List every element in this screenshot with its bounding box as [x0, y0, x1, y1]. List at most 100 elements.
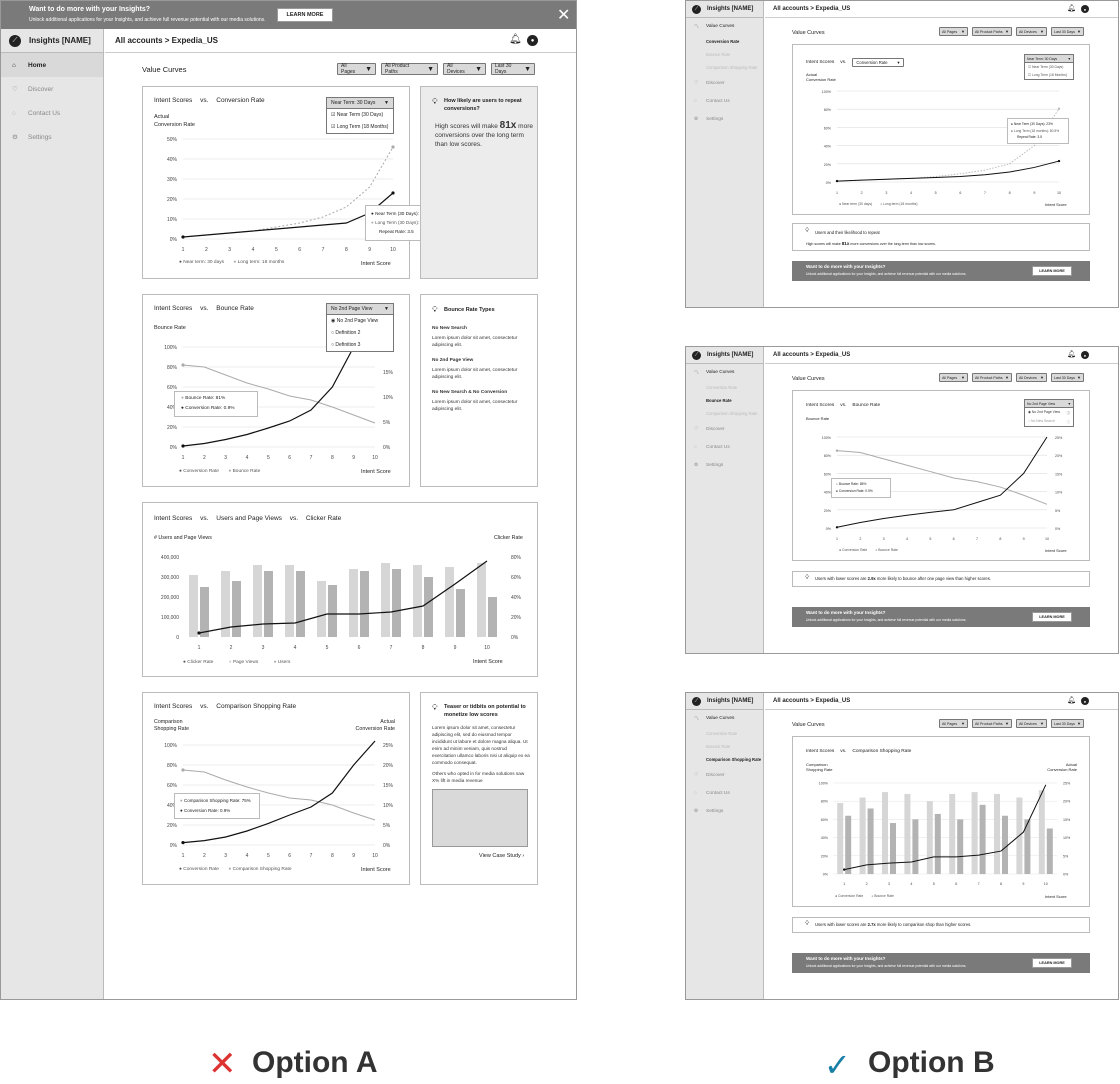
sub-nav-item[interactable]: Comparison Shopping Rate: [686, 61, 763, 74]
checkbox-checked-icon[interactable]: ☑: [331, 112, 335, 118]
nav-contact[interactable]: ◌ Contact Us: [1, 101, 103, 125]
filter-dropdown[interactable]: All Pages ▼: [939, 27, 968, 36]
filter-dropdown[interactable]: Last 30 Days ▼: [1051, 719, 1084, 728]
term-option[interactable]: ☑ Long Term (18 Months): [1025, 71, 1073, 79]
bounce-type-dropdown[interactable]: No 2nd Page View ▼ ◉ No 2nd Page View ⓘ ○ No…: [1024, 399, 1074, 427]
filter-dropdown[interactable]: Last 30 Days ▼: [1051, 27, 1084, 36]
card-title-main: Intent Scores: [154, 703, 193, 710]
filter-dropdown[interactable]: All Devices ▼: [1016, 373, 1047, 382]
radio-selected-icon[interactable]: ◉: [331, 318, 335, 324]
term-dropdown[interactable]: Near Term: 30 Days ▼ ☑ Near Term (30 Days…: [326, 97, 394, 134]
sub-nav-item[interactable]: Comparison Shopping Rate: [686, 753, 763, 766]
chevron-right-icon: ›: [522, 853, 525, 859]
y-tick-label: 80%: [824, 454, 832, 458]
nav-value-curves[interactable]: 〽 Value Curves: [686, 364, 763, 381]
chart-tooltip: ● Near Term (30 Days): 23% ● Long Term (1…: [1007, 118, 1069, 144]
filter-dropdown[interactable]: All Product Paths ▼: [972, 719, 1012, 728]
term-option-long[interactable]: ☑ Long Term (18 Months): [327, 121, 393, 133]
sub-nav-item[interactable]: Bounce Rate: [686, 48, 763, 61]
nav-item[interactable]: ◌ Contact Us: [686, 438, 763, 456]
nav-item[interactable]: ◌ Contact Us: [686, 784, 763, 802]
learn-more-button[interactable]: LEARN MORE: [1032, 958, 1072, 968]
close-icon[interactable]: ✕: [557, 5, 570, 25]
nav-value-curves-label: Value Curves: [706, 716, 735, 721]
nav-value-curves[interactable]: 〽 Value Curves: [686, 710, 763, 727]
metric-dropdown[interactable]: Conversion Rate ▼: [852, 58, 905, 67]
avatar[interactable]: ●: [1081, 5, 1089, 13]
term-dropdown-header[interactable]: Near Term: 30 Days ▼: [1025, 55, 1073, 63]
bar-users: [360, 571, 369, 637]
checkbox-checked-icon[interactable]: ☑: [331, 124, 335, 130]
y2-tick-label: 20%: [511, 615, 522, 621]
nav-item[interactable]: ♡ Discover: [686, 74, 763, 92]
tooltip-comparison-text: Comparison Shopping Rate: 75%: [183, 798, 251, 803]
y-tick-label: 0%: [170, 843, 178, 849]
learn-more-button[interactable]: LEARN MORE: [277, 8, 333, 22]
bounce-option-2[interactable]: ○ Definition 2: [327, 327, 393, 339]
sub-nav-item[interactable]: Bounce Rate: [686, 740, 763, 753]
nav-home[interactable]: ⌂ Home: [1, 53, 103, 77]
filter-paths[interactable]: All Product Paths ▼: [381, 63, 438, 75]
learn-more-button[interactable]: LEARN MORE: [1032, 612, 1072, 622]
notification-icon[interactable]: 🔔︎: [1067, 696, 1076, 704]
bounce-option[interactable]: ◉ No 2nd Page View ⓘ: [1025, 408, 1073, 417]
nav-item[interactable]: ♡ Discover: [686, 420, 763, 438]
term-dropdown[interactable]: Near Term: 30 Days ▼ ☑ Near Term (30 Days)…: [1024, 54, 1074, 80]
nav-item[interactable]: ◌ Contact Us: [686, 92, 763, 110]
nav-item[interactable]: ⚙ Settings: [686, 802, 763, 820]
radio-icon[interactable]: ○: [331, 330, 334, 336]
filter-dropdown[interactable]: All Devices ▼: [1016, 27, 1047, 36]
avatar[interactable]: ●: [527, 35, 538, 46]
filter-dropdown[interactable]: All Pages ▼: [939, 373, 968, 382]
notification-icon[interactable]: 🔔︎: [1067, 4, 1076, 12]
filter-label: All Pages: [942, 721, 958, 726]
sub-nav-item[interactable]: Conversion Rate: [686, 727, 763, 740]
learn-more-button[interactable]: LEARN MORE: [1032, 266, 1072, 276]
bounce-option-wrap: ○ No New Search: [1028, 419, 1055, 424]
x-tick-label: 7: [310, 455, 313, 461]
x-tick-label: 8: [331, 853, 334, 859]
filter-dropdown[interactable]: Last 30 Days ▼: [1051, 373, 1084, 382]
bounce-chart: 0%20%40%60%80%100%0%5%10%15%20%25%1 2 3 4 5 6…: [822, 436, 1063, 541]
bounce-types-list: No New Search Lorem ipsum dolor sit amet…: [432, 325, 532, 413]
bounce-dropdown-header[interactable]: No 2nd Page View ▼: [327, 304, 393, 315]
filter-devices[interactable]: All Devices ▼: [443, 63, 486, 75]
term-dropdown-header[interactable]: Near Term: 30 Days ▼: [327, 98, 393, 109]
bounce-type-dropdown[interactable]: No 2nd Page View ▼ ◉ No 2nd Page View ○ D…: [326, 303, 394, 352]
sub-nav-item[interactable]: Conversion Rate: [686, 35, 763, 48]
nav-item[interactable]: ⚙ Settings: [686, 110, 763, 128]
bounce-option[interactable]: ○ No New Search ⓘ: [1025, 417, 1073, 426]
bounce-option-3[interactable]: ○ Definition 3: [327, 339, 393, 351]
nav-discover[interactable]: ♡ Discover: [1, 77, 103, 101]
filter-dropdown[interactable]: All Product Paths ▼: [972, 373, 1012, 382]
caret-down-icon: ▼: [1040, 375, 1044, 380]
sub-nav-item[interactable]: Comparison Shopping Rate: [686, 407, 763, 420]
nav-settings[interactable]: ⚙ Settings: [1, 125, 103, 149]
nav-item[interactable]: ♡ Discover: [686, 766, 763, 784]
bounce-dropdown-header[interactable]: No 2nd Page View ▼: [1025, 400, 1073, 408]
filter-dropdown[interactable]: All Pages ▼: [939, 719, 968, 728]
view-case-study-link[interactable]: View Case Study ›: [479, 853, 524, 859]
filter-dropdown[interactable]: All Devices ▼: [1016, 719, 1047, 728]
notification-icon[interactable]: 🔔︎: [1067, 350, 1076, 358]
y-axis-label-right: Actual Conversion Rate: [353, 719, 395, 733]
sub-nav-item[interactable]: Conversion Rate: [686, 381, 763, 394]
y-tick-label: 20%: [167, 197, 178, 203]
avatar[interactable]: ●: [1081, 697, 1089, 705]
nav-item[interactable]: ⚙ Settings: [686, 456, 763, 474]
y-tick-label: 200,000: [161, 595, 179, 601]
term-option[interactable]: ☑ Near Term (30 Days): [1025, 63, 1073, 71]
avatar[interactable]: ●: [1081, 351, 1089, 359]
sub-nav-item[interactable]: Bounce Rate: [686, 394, 763, 407]
filter-date[interactable]: Last 30 Days ▼: [491, 63, 535, 75]
series-line-clicker: [198, 560, 488, 634]
nav-value-curves[interactable]: 〽 Value Curves: [686, 18, 763, 35]
notification-icon[interactable]: 🔔︎: [509, 34, 522, 45]
filter-dropdown[interactable]: All Product Paths ▼: [972, 27, 1012, 36]
bounce-types-card: 💡︎ Bounce Rate Types No New Search Lorem…: [420, 294, 538, 487]
filter-pages[interactable]: All Pages ▼: [337, 63, 376, 75]
term-option-near[interactable]: ☑ Near Term (30 Days): [327, 109, 393, 121]
radio-icon[interactable]: ○: [331, 342, 334, 348]
y-tick-label: 400,000: [161, 555, 179, 561]
bounce-option-1[interactable]: ◉ No 2nd Page View: [327, 315, 393, 327]
